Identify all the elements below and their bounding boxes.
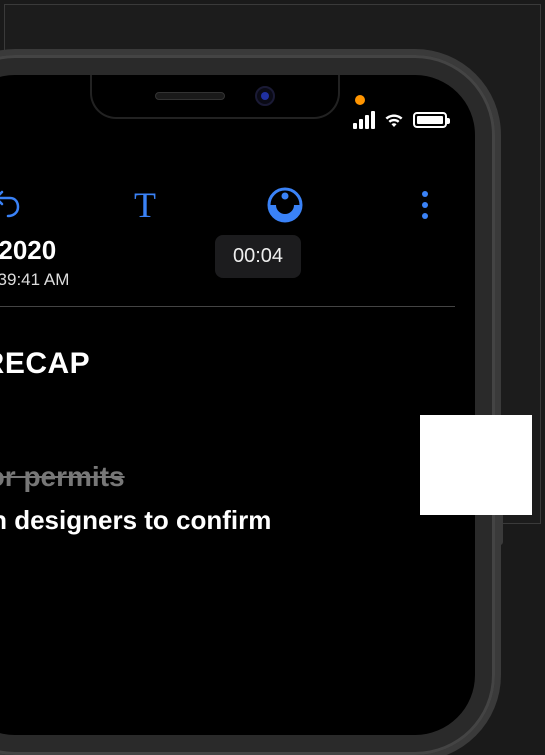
timer-value: 00:04 — [233, 245, 283, 267]
divider — [0, 306, 455, 307]
note-content[interactable]: 22, 2020 at 09:39:41 AM T RECAP y for pe… — [0, 235, 455, 536]
struck-item: y for permits — [0, 461, 455, 493]
partial-item: with designers to confirm — [0, 505, 455, 536]
notch — [90, 75, 340, 119]
audio-record-icon — [266, 186, 304, 224]
audio-record-button[interactable] — [255, 180, 315, 230]
undo-icon — [0, 188, 22, 222]
speaker-grille — [155, 92, 225, 100]
phone-body: T — [0, 55, 495, 755]
front-camera — [255, 86, 275, 106]
more-vertical-icon — [421, 190, 429, 220]
image-frame: T — [4, 4, 541, 524]
note-title: T RECAP — [0, 347, 455, 381]
overlay-box — [420, 415, 532, 515]
status-bar — [353, 111, 447, 129]
undo-button[interactable] — [0, 180, 35, 230]
text-tool-button[interactable]: T — [115, 180, 175, 230]
privacy-indicator-dot — [355, 95, 365, 105]
editor-toolbar: T — [0, 175, 475, 235]
wifi-icon — [383, 112, 405, 128]
cellular-signal-icon — [353, 111, 375, 129]
more-button[interactable] — [395, 180, 455, 230]
recording-timer[interactable]: 00:04 — [215, 235, 301, 278]
phone-screen: T — [0, 75, 475, 735]
text-tool-icon: T — [134, 184, 156, 226]
battery-icon — [413, 112, 447, 128]
